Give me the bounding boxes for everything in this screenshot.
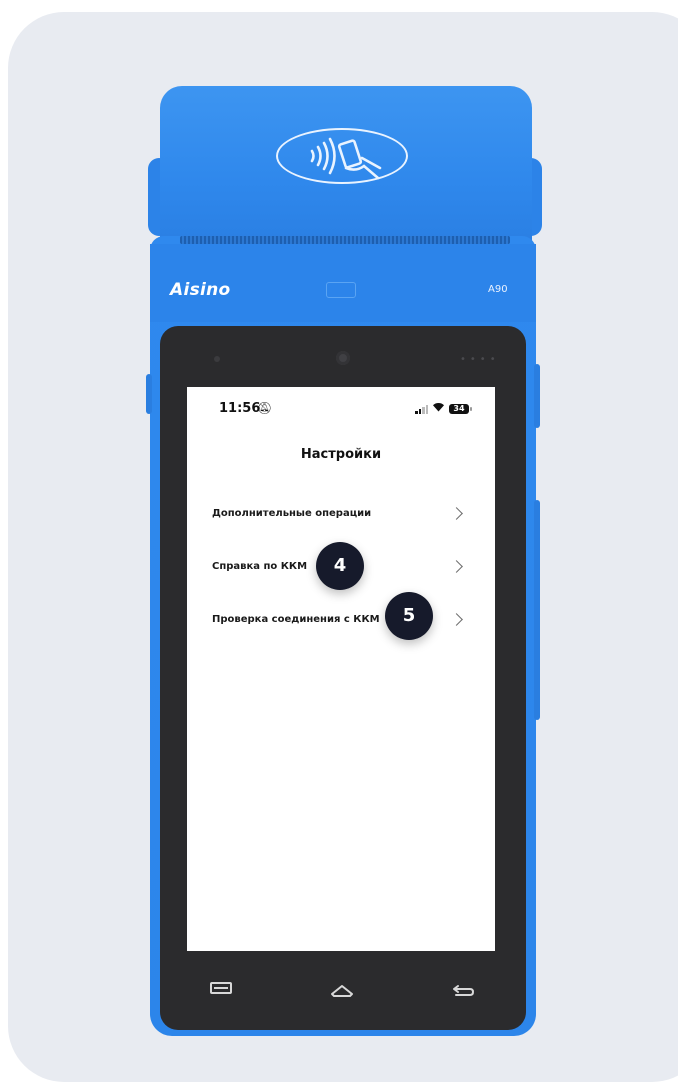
brand-logo: Aisino <box>170 280 231 300</box>
status-time: 11:56 <box>219 401 261 416</box>
pos-terminal: Aisino A90 •••• 11:56 🔕︎ 34 Настройки До… <box>0 0 678 1080</box>
paper-slot <box>180 236 510 244</box>
menu-item-additional-operations[interactable]: Дополнительные операции <box>187 492 495 536</box>
chevron-right-icon <box>450 613 463 626</box>
status-bar: 11:56 🔕︎ 34 <box>187 387 495 427</box>
menu-item-label: Справка по ККМ <box>212 561 308 572</box>
nav-back-button[interactable] <box>452 982 476 996</box>
page-title: Настройки <box>300 447 382 462</box>
bell-muted-icon: 🔕︎ <box>257 401 273 415</box>
signal-icon <box>415 404 428 414</box>
front-camera <box>336 351 350 365</box>
app-screen: 11:56 🔕︎ 34 Настройки Дополнительные опе… <box>187 387 495 951</box>
step-badge-4: 4 <box>316 542 364 590</box>
chevron-right-icon <box>450 507 463 520</box>
menu-item-kkm-connection-check[interactable]: Проверка соединения с ККМ <box>187 598 495 642</box>
nfc-contactless-icon <box>276 128 408 184</box>
side-button-top <box>534 364 540 428</box>
scanner-window <box>326 282 356 298</box>
battery-icon: 34 <box>449 404 472 414</box>
light-sensor <box>214 356 220 362</box>
menu-item-label: Дополнительные операции <box>212 508 372 519</box>
menu-item-label: Проверка соединения с ККМ <box>212 614 380 625</box>
side-button-left <box>146 374 152 414</box>
wifi-icon <box>432 402 445 414</box>
nav-menu-button[interactable] <box>210 982 232 994</box>
model-label: A90 <box>488 284 508 295</box>
chevron-right-icon <box>450 560 463 573</box>
status-icons: 34 <box>415 402 472 414</box>
speaker-grille: •••• <box>460 354 500 365</box>
side-button-long <box>534 500 540 720</box>
nav-home-button[interactable] <box>330 982 354 1000</box>
battery-level: 34 <box>453 404 465 413</box>
step-badge-5: 5 <box>385 592 433 640</box>
